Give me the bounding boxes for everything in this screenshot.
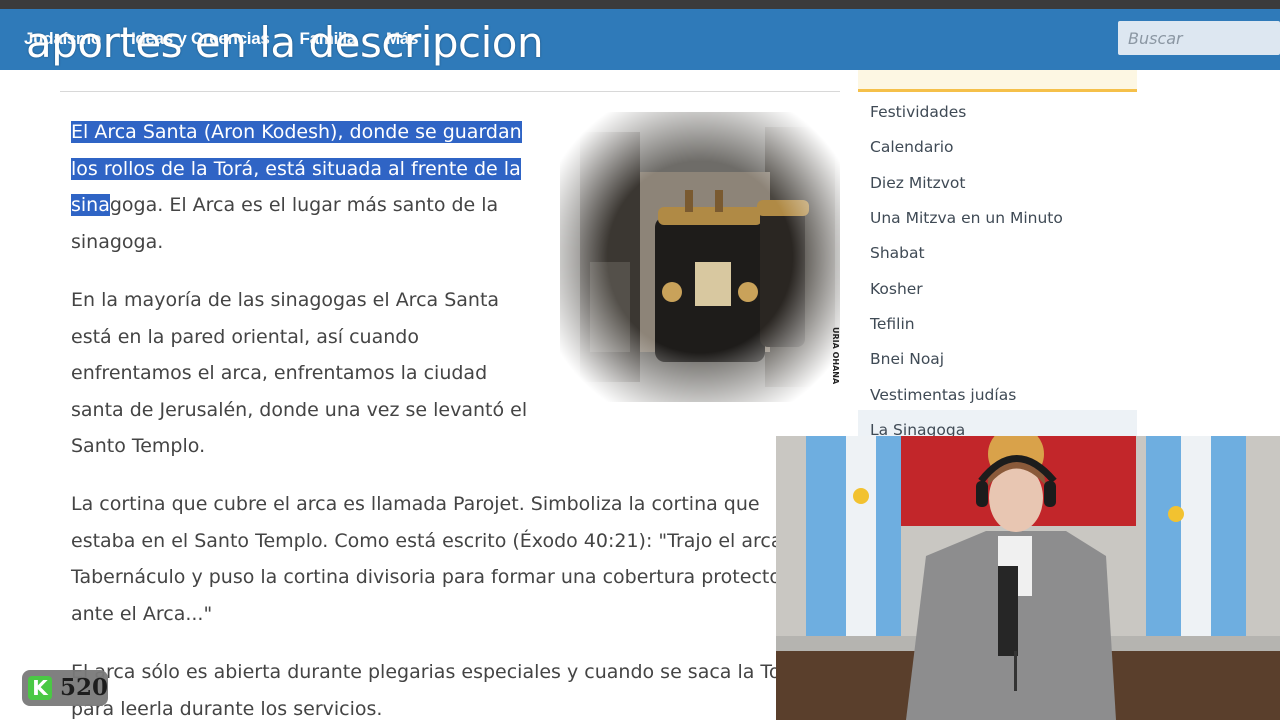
site-navbar: Judaísmo Ideas y Creencias Familia Más [0,9,1280,70]
paragraph-1: El Arca Santa (Aron Kodesh), donde se gu… [71,114,522,260]
nav-familia[interactable]: Familia [300,29,357,49]
selected-text[interactable]: sina [71,194,110,217]
paragraph-text: Santo Templo. [71,435,206,458]
paragraph-text: La cortina que cubre el arca es llamada … [71,493,760,515]
paragraph-text: para leerla durante los servicios. [71,697,383,720]
paragraph-text: enfrentamos el arca, enfrentamos la ciud… [71,362,488,385]
sidebar-item-vestimentas[interactable]: Vestimentas judías [870,386,1016,404]
sidebar-item-mitzva-minuto[interactable]: Una Mitzva en un Minuto [870,209,1063,227]
paragraph-text: Tabernáculo y puso la cortina divisoria … [71,566,801,589]
paragraph-text: ante el Arca..." [71,602,213,625]
webcam-overlay [776,436,1280,720]
nav-ideas-creencias[interactable]: Ideas y Creencias [131,29,270,49]
image-credit: URIA OHANA [831,327,840,385]
torah-ark-image: URIA OHANA [560,112,840,402]
nav-menu: Judaísmo Ideas y Creencias Familia Más [24,29,418,49]
paragraph-text: está en la pared oriental, así cuando [71,325,419,348]
kick-logo-icon: K [28,676,52,700]
follower-count: 520 [60,674,109,701]
selected-text[interactable]: los rollos de la Torá, está situada al f… [71,157,521,180]
sidebar-item-festividades[interactable]: Festividades [870,103,966,121]
selected-text[interactable]: El Arca Santa (Aron Kodesh), donde se gu… [71,121,522,143]
top-strip [0,0,1280,9]
paragraph-text: sinagoga. [71,230,164,253]
search-input[interactable] [1118,21,1280,55]
paragraph-2: En la mayoría de las sinagogas el Arca S… [71,282,527,465]
follower-badge: K 520 [22,670,108,706]
paragraph-text: estaba en el Santo Templo. Como está esc… [71,529,806,552]
paragraph-4: El arca sólo es abierta durante plegaria… [71,654,800,720]
paragraph-text: En la mayoría de las sinagogas el Arca S… [71,289,500,311]
content-divider [60,91,840,92]
sidebar-item-bnei-noaj[interactable]: Bnei Noaj [870,350,944,368]
sidebar-item-tefilin[interactable]: Tefilin [870,315,915,333]
paragraph-text: santa de Jerusalén, donde una vez se lev… [71,398,528,421]
search-box [1118,21,1280,55]
sidebar-item-diez-mitzvot[interactable]: Diez Mitzvot [870,174,965,192]
sidebar-menu: Festividades Calendario Diez Mitzvot Una… [858,70,1137,450]
paragraph-text: El arca sólo es abierta durante plegaria… [71,661,800,683]
sidebar-item-calendario[interactable]: Calendario [870,138,954,156]
sidebar-item-kosher[interactable]: Kosher [870,280,923,298]
paragraph-3: La cortina que cubre el arca es llamada … [71,486,805,632]
sidebar-item-shabat[interactable]: Shabat [870,244,925,262]
sidebar-header-bar [858,70,1137,92]
paragraph-text: goga. El Arca es el lugar más santo de l… [109,194,499,217]
nav-judaismo[interactable]: Judaísmo [24,29,101,49]
nav-mas[interactable]: Más [386,29,418,49]
